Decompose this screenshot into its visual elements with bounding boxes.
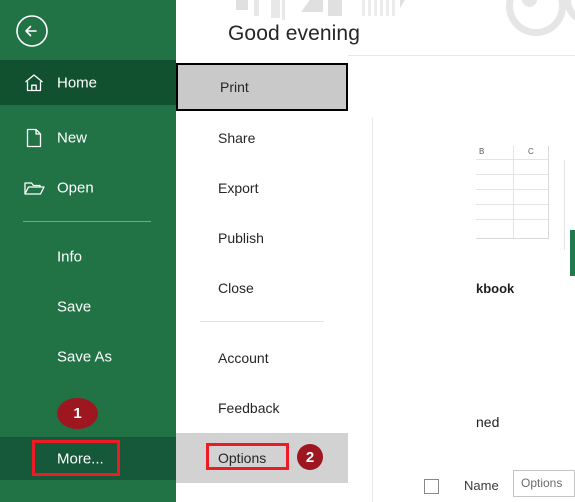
banner-shape-wedge-4 [400, 0, 416, 8]
annotation-box-more [32, 440, 120, 476]
banner-shape-tick-4 [380, 0, 383, 16]
banner-shape-tick-1 [362, 0, 365, 16]
banner-shape-wedge-1 [236, 0, 248, 10]
banner-shape-tick-3 [374, 0, 377, 16]
menu-item-share[interactable]: Share [176, 113, 348, 163]
banner-shape-tick-2 [368, 0, 371, 16]
banner-shape-tick-5 [386, 0, 389, 16]
menu-item-feedback[interactable]: Feedback [176, 383, 348, 433]
banner-shape-bar-1 [254, 0, 259, 16]
annotation-badge-2: 2 [297, 444, 323, 470]
file-menu-panel: Print Share Export Publish Close Account… [176, 55, 348, 502]
page-title: Good evening [228, 22, 360, 45]
annotation-badge-1: 1 [57, 398, 98, 429]
sidebar-item-label: Info [57, 248, 83, 266]
folder-open-icon [23, 177, 45, 199]
banner-shape-wedge-2 [301, 0, 323, 12]
sheet-gridline-h [476, 189, 548, 190]
menu-item-label: Print [220, 79, 249, 95]
menu-item-export[interactable]: Export [176, 163, 348, 213]
menu-item-label: Account [218, 350, 269, 366]
header-divider [324, 55, 575, 56]
banner-shape-wedge-3 [328, 0, 342, 16]
menu-item-account[interactable]: Account [176, 333, 348, 383]
options-tooltip-label: Options [521, 476, 563, 490]
sheet-gridline-h [476, 219, 548, 220]
target-ring-outer-icon [506, 0, 566, 36]
workbook-thumbnail-label: kbook [476, 281, 515, 296]
template-strip-divider [564, 160, 565, 250]
menu-item-close[interactable]: Close [176, 263, 348, 313]
sidebar-item-save-as[interactable]: Save As [0, 337, 176, 377]
home-icon [23, 72, 45, 94]
screenshot-root: Good evening B C kbook ned Name Options … [0, 0, 575, 502]
sidebar-divider [23, 221, 151, 222]
banner-shape-bar-2 [271, 0, 280, 18]
sidebar-item-label: Home [57, 74, 98, 91]
back-button[interactable] [14, 13, 50, 49]
workbook-thumbnail-header [476, 146, 548, 160]
menu-divider [200, 321, 324, 322]
menu-item-label: Export [218, 180, 259, 196]
menu-item-label: Close [218, 280, 254, 296]
sidebar-item-label: Save [57, 298, 92, 316]
content-divider [372, 118, 373, 502]
annotation-box-options [206, 443, 289, 470]
sheet-column-b: B [479, 147, 485, 156]
sidebar-item-home[interactable]: Home [0, 60, 176, 105]
target-ring-edge-icon [564, 0, 575, 26]
sheet-gridline-h [476, 204, 548, 205]
document-icon [23, 127, 45, 149]
sidebar-item-save[interactable]: Save [0, 287, 176, 327]
sidebar-item-label: Save As [57, 348, 113, 366]
back-arrow-icon [16, 15, 48, 47]
banner-shape-bar-3 [282, 0, 285, 20]
menu-item-label: Publish [218, 230, 264, 246]
sidebar-item-open[interactable]: Open [0, 165, 176, 210]
menu-item-label: Share [218, 130, 256, 146]
menu-item-publish[interactable]: Publish [176, 213, 348, 263]
column-header-name: Name [464, 478, 499, 493]
sidebar-item-label: New [57, 129, 88, 146]
sheet-gridline-h [476, 159, 548, 160]
pinned-section-label: ned [476, 414, 500, 430]
select-all-checkbox[interactable] [424, 479, 439, 494]
sidebar-item-label: Open [57, 179, 94, 196]
sheet-column-c: C [528, 147, 534, 156]
sidebar-item-info[interactable]: Info [0, 237, 176, 277]
sheet-gridline-h [476, 174, 548, 175]
options-tooltip: Options [513, 470, 575, 497]
template-thumbnail-green[interactable] [570, 230, 575, 276]
sidebar-item-new[interactable]: New [0, 115, 176, 160]
menu-item-print[interactable]: Print [176, 63, 348, 111]
menu-item-label: Feedback [218, 400, 280, 416]
banner-shape-tick-6 [392, 0, 395, 16]
